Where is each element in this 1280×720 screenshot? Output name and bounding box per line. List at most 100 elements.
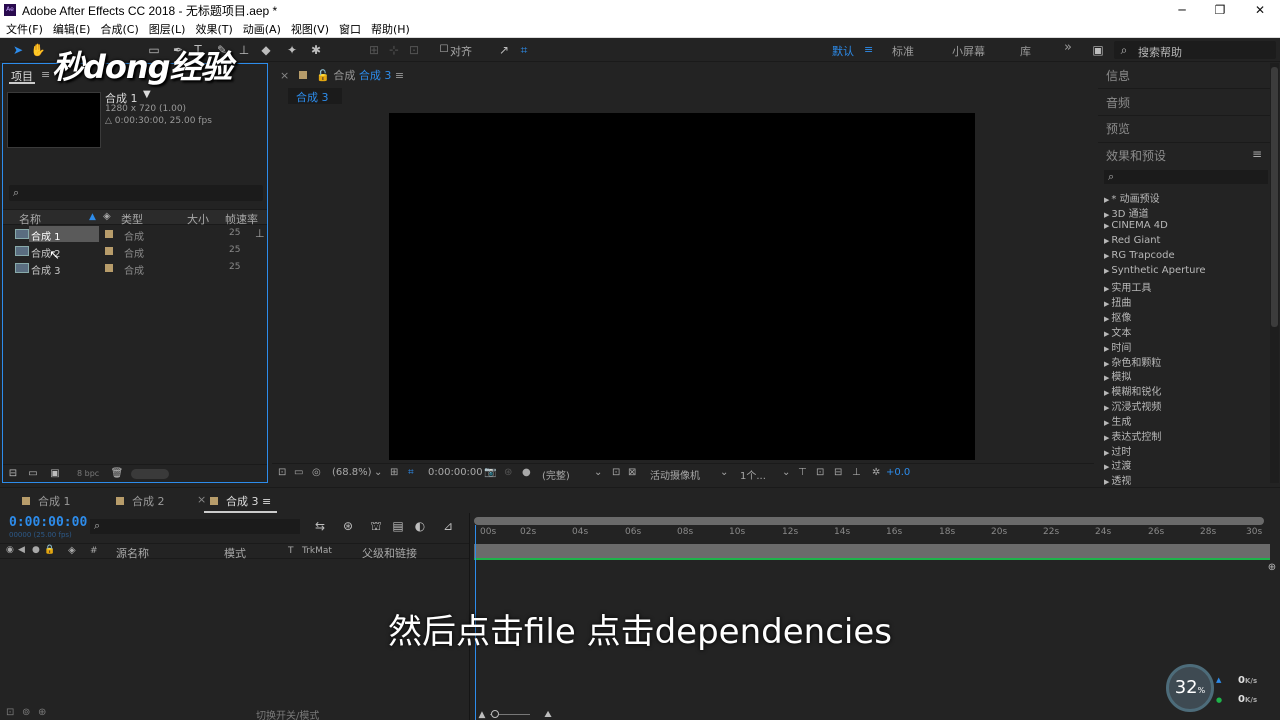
thumbnail-scroll[interactable] [131,469,169,479]
view-axis-icon[interactable]: ⊡ [406,42,422,58]
snapshot-icon[interactable]: 📷 [484,467,496,478]
always-preview-icon[interactable]: ⊡ [278,467,286,478]
puppet-tool-icon[interactable]: ✱ [308,42,324,58]
effect-category[interactable]: ▶ 3D 通道 [1104,205,1149,220]
view-layout-dropdown-icon[interactable]: ⌄ [782,467,790,478]
audio-toggle-icon[interactable]: ◀ [18,545,25,555]
column-fps[interactable]: 帧速率 [225,211,258,227]
effect-category[interactable]: ▶ 时间 [1104,339,1131,354]
effect-category[interactable]: ▶ 沉浸式视频 [1104,398,1161,413]
interpret-footage-icon[interactable]: ⊟ [5,466,21,482]
effects-scrollbar[interactable] [1270,63,1279,483]
lock-icon[interactable]: 🔓 [316,69,330,82]
eraser-tool-icon[interactable]: ◆ [258,42,274,58]
timeline-tab-comp-1[interactable]: 合成 1 [22,493,71,509]
effect-category[interactable]: ▶ * 动画预设 [1104,190,1160,205]
zoom-out-icon[interactable]: ▲ [474,707,490,720]
exposure-value[interactable]: +0.0 [886,467,910,478]
menu-layer[interactable]: 图层(L) [149,21,186,37]
mask-visibility-icon[interactable]: ◎ [312,467,321,478]
column-size[interactable]: 大小 [187,211,209,227]
column-name[interactable]: 名称 [19,211,41,227]
effect-category[interactable]: ▶ 杂色和颗粒 [1104,354,1161,369]
graph-editor-icon[interactable]: ⊿ [440,518,456,534]
menu-effect[interactable]: 效果(T) [195,21,232,37]
timeline-icon[interactable]: ⊟ [834,467,842,478]
reset-exposure-icon[interactable]: ✲ [872,467,880,478]
effect-category[interactable]: ▶ 文本 [1104,324,1131,339]
effect-category[interactable]: ▶ 生成 [1104,413,1131,428]
preview-window-icon[interactable]: ▣ [1090,42,1106,58]
video-toggle-icon[interactable]: ◉ [6,545,14,555]
effects-panel-header[interactable]: 效果和预设 [1106,147,1166,164]
shy-layers-icon[interactable]: ⛫ [368,518,384,534]
clone-stamp-tool-icon[interactable]: ⊥ [236,42,252,58]
timeline-tab-comp-2[interactable]: 合成 2 [116,493,165,509]
flowchart-icon[interactable]: ⊥ [255,227,265,240]
effect-category[interactable]: ▶ 模糊和锐化 [1104,383,1161,398]
new-comp-icon[interactable]: ▣ [47,466,63,482]
frame-blending-icon[interactable]: ▤ [390,518,406,534]
color-depth-button[interactable]: 8 bpc [77,469,99,478]
world-axis-icon[interactable]: ⊹ [386,42,402,58]
layer-switches-icon[interactable]: ⊡ [6,707,14,718]
effect-category[interactable]: ▶ RG Trapcode [1104,250,1175,261]
column-mode[interactable]: 模式 [224,545,246,561]
current-time[interactable]: 0:00:00:00 [428,467,483,478]
workspace-small-screen[interactable]: 小屏幕 [952,43,985,59]
sort-ascending-icon[interactable]: ▲ [89,212,96,222]
effect-category[interactable]: ▶ 模拟 [1104,368,1131,383]
motion-blur-icon[interactable]: ◐ [412,518,428,534]
roto-brush-tool-icon[interactable]: ✦ [284,42,300,58]
timestretch-icon[interactable]: ⊕ [38,707,46,718]
monitor-icon[interactable]: ▭ [294,467,303,478]
comp-panel-menu-icon[interactable]: ≡ [395,69,404,82]
project-panel-menu-icon[interactable]: ≡ [41,68,50,81]
resolution-dropdown-icon[interactable]: ⌄ [594,467,602,478]
new-folder-icon[interactable]: ▭ [25,466,41,482]
view-layout-dropdown[interactable]: 1个... [740,467,766,482]
timeline-tab-comp-3[interactable]: 合成 3 ≡ [203,493,278,513]
camera-dropdown-icon[interactable]: ⌄ [720,467,728,478]
menu-composition[interactable]: 合成(C) [100,21,138,37]
preview-panel-header[interactable]: 预览 [1106,120,1130,137]
time-ruler[interactable]: 00s 02s 04s 06s 08s 10s 12s 14s 16s 18s … [474,517,1266,547]
camera-view-dropdown[interactable]: 活动摄像机 [650,467,700,482]
menu-window[interactable]: 窗口 [339,21,361,37]
zoom-in-icon[interactable]: ⛰ [540,707,556,720]
label-color-swatch[interactable] [105,230,113,238]
effects-panel-menu-icon[interactable]: ≡ [1252,147,1262,161]
project-item-comp-3[interactable]: 合成 3 合成 25 [3,260,267,277]
menu-animation[interactable]: 动画(A) [243,21,281,37]
solo-toggle-icon[interactable]: ● [32,545,40,555]
effect-category[interactable]: ▶ Synthetic Aperture [1104,265,1206,276]
menu-file[interactable]: 文件(F) [6,21,43,37]
column-type[interactable]: 类型 [121,211,143,227]
close-tab-icon[interactable]: × [280,69,293,82]
comp-button-icon[interactable]: ⊕ [1264,560,1280,576]
effect-category[interactable]: ▶ 抠像 [1104,309,1131,324]
column-hash[interactable]: # [90,546,98,556]
transparency-grid-icon[interactable]: ⊠ [628,467,636,478]
effect-category[interactable]: ▶ CINEMA 4D [1104,220,1168,231]
comp-mini-flowchart-icon[interactable]: ⇆ [312,518,328,534]
minimize-button[interactable]: ─ [1162,0,1202,20]
audio-panel-header[interactable]: 音频 [1106,94,1130,111]
delete-icon[interactable]: 🗑 [109,466,125,482]
effect-category[interactable]: ▶ Red Giant [1104,235,1160,246]
close-tab-icon[interactable]: × [197,493,206,506]
label-column-icon[interactable]: ◈ [103,211,111,222]
zoom-slider-handle[interactable] [491,710,499,718]
effects-search-input[interactable]: ⌕ [1104,170,1268,184]
effect-category[interactable]: ▶ 透视 [1104,472,1131,487]
composition-viewer[interactable] [389,113,975,460]
effect-category[interactable]: ▶ 过渡 [1104,457,1131,472]
label-color-swatch[interactable] [105,247,113,255]
speed-widget[interactable]: 32% [1166,664,1214,712]
draft-3d-icon[interactable]: ⊛ [340,518,356,534]
maximize-button[interactable]: ❐ [1200,0,1240,20]
comp-panel-tab[interactable]: × 🔓 合成 合成 3 ≡ [280,67,404,83]
project-item-comp-1[interactable]: 合成 1 合成 25 ⊥ [3,226,267,243]
resolution-dropdown[interactable]: (完整) [542,467,570,482]
transfer-controls-icon[interactable]: ⊚ [22,707,30,718]
